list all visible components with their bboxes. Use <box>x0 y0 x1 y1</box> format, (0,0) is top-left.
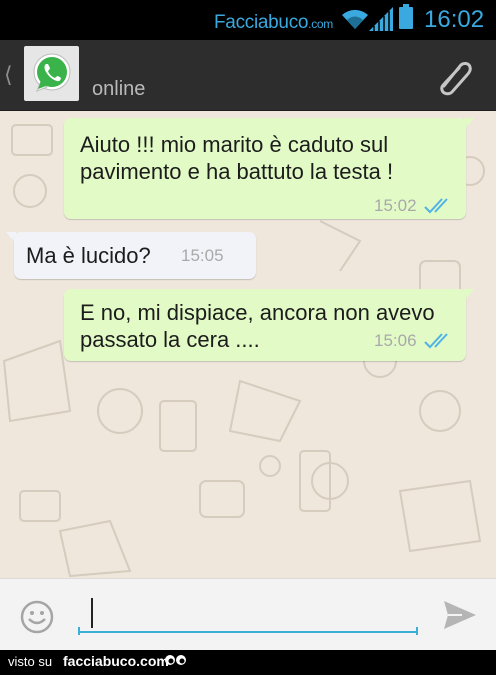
status-brand: Facciabuco.com <box>214 12 333 34</box>
status-brand-tld: .com <box>308 17 333 31</box>
input-bar <box>0 578 496 651</box>
signal-icon <box>369 7 393 31</box>
message-bubble-outgoing[interactable]: Aiuto !!! mio marito è caduto sul pavime… <box>64 118 466 219</box>
send-icon[interactable] <box>442 599 478 631</box>
status-brand-name: Facciabuco <box>214 12 309 33</box>
smiley-icon[interactable] <box>19 599 55 635</box>
message-text: Aiuto !!! mio marito è caduto sul pavime… <box>80 131 452 185</box>
message-input[interactable] <box>78 593 418 633</box>
status-bar: Facciabuco.com 16:02 <box>0 0 496 40</box>
chat-header: ⟨ online <box>0 40 496 111</box>
message-line: Aiuto !!! mio marito è caduto sul <box>80 132 389 157</box>
message-line: pavimento e ha battuto la testa ! <box>80 159 394 184</box>
text-caret <box>91 598 93 628</box>
back-chevron-icon[interactable]: ⟨ <box>4 62 13 88</box>
message-time: 15:05 <box>181 246 224 265</box>
message-bubble-incoming[interactable]: Ma è lucido? 15:05 <box>14 232 256 279</box>
double-check-icon <box>424 333 448 349</box>
wifi-icon <box>342 9 368 29</box>
eyes-icon <box>165 655 186 665</box>
chat-area[interactable]: Aiuto !!! mio marito è caduto sul pavime… <box>0 111 496 578</box>
paperclip-icon[interactable] <box>432 54 476 98</box>
footer-site[interactable]: facciabuco.com <box>63 653 169 669</box>
message-line: E no, mi dispiace, ancora non avevo <box>80 300 435 325</box>
input-underline-edge <box>416 627 418 635</box>
whatsapp-logo-icon <box>33 53 71 92</box>
footer-visto-su: visto su <box>8 654 53 669</box>
input-underline-edge <box>78 627 80 635</box>
status-time: 16:02 <box>424 6 485 33</box>
double-check-icon <box>424 198 448 214</box>
message-bubble-outgoing[interactable]: E no, mi dispiace, ancora non avevo pass… <box>64 289 466 361</box>
contact-avatar[interactable] <box>24 46 79 101</box>
message-time: 15:06 <box>374 331 417 350</box>
battery-icon <box>399 4 413 29</box>
message-time: 15:02 <box>374 196 417 215</box>
watermark-bar: visto su facciabuco.com <box>0 650 496 675</box>
contact-status: online <box>92 78 146 100</box>
